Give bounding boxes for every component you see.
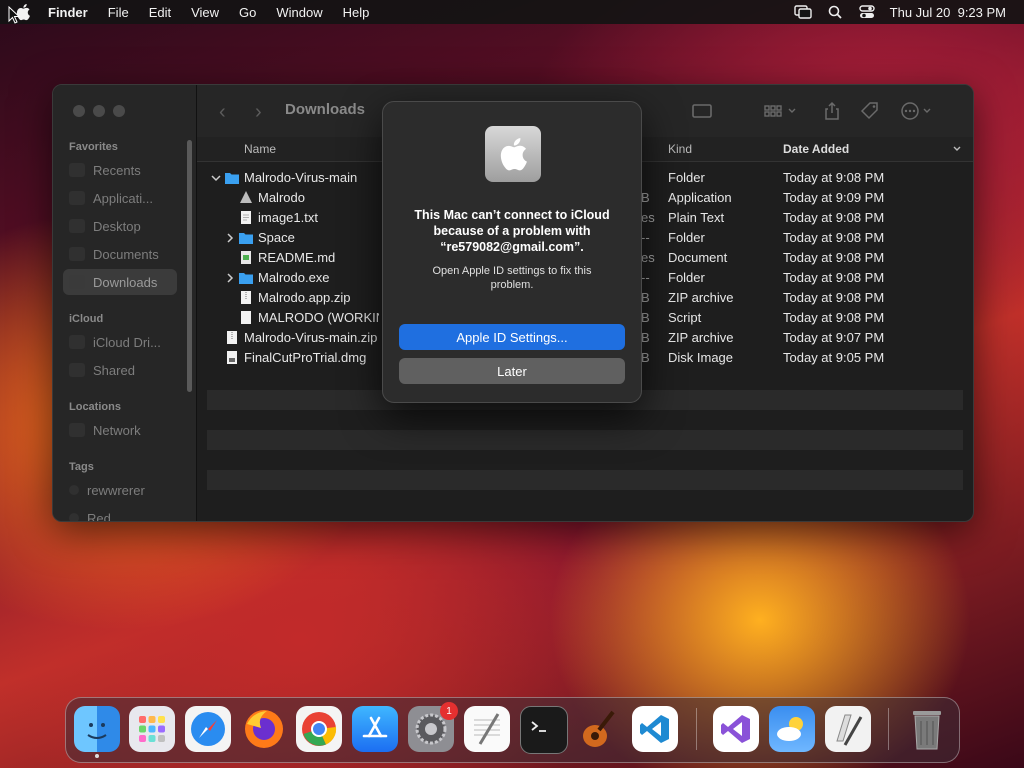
disclosure-collapsed-icon[interactable] xyxy=(225,233,235,243)
chrome-icon[interactable] xyxy=(296,706,342,752)
disclosure-expanded-icon[interactable] xyxy=(211,173,221,183)
dock-separator xyxy=(696,708,697,750)
visual-studio-icon[interactable] xyxy=(713,706,759,752)
minimize-window-button[interactable] xyxy=(93,105,105,117)
back-chevron-icon[interactable]: ‹ xyxy=(219,101,226,124)
weather-icon[interactable] xyxy=(769,706,815,752)
sidebar-item-network[interactable]: Network xyxy=(69,417,179,443)
network-icon xyxy=(69,423,85,437)
dock: 1 xyxy=(65,697,960,763)
folder-icon xyxy=(239,273,253,284)
disclosure-collapsed-icon[interactable] xyxy=(225,273,235,283)
zip-file-icon xyxy=(241,291,251,304)
menu-help[interactable]: Help xyxy=(343,5,370,20)
sidebar-item-tag-red[interactable]: Red xyxy=(69,505,179,521)
share-icon[interactable] xyxy=(821,101,843,121)
folder-icon xyxy=(239,233,253,244)
tag-dot-icon xyxy=(69,513,79,521)
terminal-icon[interactable] xyxy=(520,706,568,754)
script-file-icon xyxy=(241,311,251,324)
safari-icon[interactable] xyxy=(185,706,231,752)
applications-icon xyxy=(69,191,85,205)
clock[interactable]: Thu Jul 20 9:23 PM xyxy=(890,5,1006,20)
application-icon xyxy=(240,191,252,203)
sidebar-header-tags: Tags xyxy=(69,461,94,473)
view-options-icon[interactable] xyxy=(691,101,713,121)
sidebar-item-recents[interactable]: Recents xyxy=(69,157,179,183)
sidebar-item-desktop[interactable]: Desktop xyxy=(69,213,179,239)
dialog-message: Open Apple ID settings to fix this probl… xyxy=(432,265,592,291)
finder-sidebar: Favorites Recents Applicati... Desktop D… xyxy=(53,85,197,521)
sidebar-item-applications[interactable]: Applicati... xyxy=(69,185,179,211)
app-store-icon[interactable] xyxy=(352,706,398,752)
sidebar-item-shared[interactable]: Shared xyxy=(69,357,179,383)
folder-icon xyxy=(225,173,239,184)
icloud-alert-dialog: This Mac can’t connect to iCloud because… xyxy=(382,101,642,403)
sidebar-item-icloud-drive[interactable]: iCloud Dri... xyxy=(69,329,179,355)
screen-mirroring-icon[interactable] xyxy=(793,5,812,19)
launchpad-icon[interactable] xyxy=(129,706,175,752)
control-center-icon[interactable] xyxy=(858,5,876,19)
script-editor-icon[interactable] xyxy=(825,706,871,752)
menu-window[interactable]: Window xyxy=(276,5,322,20)
shared-folder-icon xyxy=(69,363,85,377)
textedit-icon[interactable] xyxy=(464,706,510,752)
more-actions-icon[interactable] xyxy=(899,101,937,121)
sidebar-item-tag-rewwrerer[interactable]: rewwrerer xyxy=(69,477,179,503)
empty-list-rows xyxy=(207,390,963,510)
markdown-file-icon xyxy=(241,251,251,264)
vscode-icon[interactable] xyxy=(632,706,678,752)
column-header-name[interactable]: Name xyxy=(244,142,276,156)
later-button[interactable]: Later xyxy=(399,358,625,384)
window-title: Downloads xyxy=(285,101,366,118)
tag-icon[interactable] xyxy=(859,101,881,121)
sidebar-header-icloud: iCloud xyxy=(69,313,104,325)
notification-badge: 1 xyxy=(440,702,458,720)
document-icon xyxy=(69,247,85,261)
clock-icon xyxy=(69,163,85,177)
dialog-title: This Mac can’t connect to iCloud because… xyxy=(414,208,610,254)
menu-edit[interactable]: Edit xyxy=(149,5,171,20)
tag-dot-icon xyxy=(69,485,79,495)
downloads-icon xyxy=(69,275,85,289)
group-by-icon[interactable] xyxy=(763,101,799,121)
spotlight-search-icon[interactable] xyxy=(826,5,844,19)
close-window-button[interactable] xyxy=(73,105,85,117)
menu-file[interactable]: File xyxy=(108,5,129,20)
apple-id-settings-button[interactable]: Apple ID Settings... xyxy=(399,324,625,350)
text-file-icon xyxy=(241,211,251,224)
column-header-kind[interactable]: Kind xyxy=(668,142,692,156)
sidebar-item-documents[interactable]: Documents xyxy=(69,241,179,267)
mouse-cursor-icon xyxy=(8,6,20,24)
zoom-window-button[interactable] xyxy=(113,105,125,117)
menu-go[interactable]: Go xyxy=(239,5,256,20)
desktop-icon xyxy=(69,219,85,233)
sidebar-scrollbar[interactable] xyxy=(187,140,192,392)
system-settings-icon[interactable]: 1 xyxy=(408,702,458,752)
running-indicator xyxy=(95,754,99,758)
sidebar-header-favorites: Favorites xyxy=(69,141,118,153)
menu-bar: Finder File Edit View Go Window Help Thu… xyxy=(0,0,1024,24)
zip-file-icon xyxy=(227,331,237,344)
disk-image-icon xyxy=(227,351,237,364)
forward-chevron-icon[interactable]: › xyxy=(255,101,262,124)
cloud-icon xyxy=(69,335,85,349)
finder-icon[interactable] xyxy=(74,706,120,758)
window-controls xyxy=(73,105,125,117)
menu-view[interactable]: View xyxy=(191,5,219,20)
trash-icon[interactable] xyxy=(904,706,950,752)
firefox-icon[interactable] xyxy=(241,706,287,752)
sidebar-header-locations: Locations xyxy=(69,401,121,413)
column-header-date-added[interactable]: Date Added xyxy=(783,142,849,156)
sidebar-item-downloads[interactable]: Downloads xyxy=(63,269,177,295)
chevron-down-icon[interactable] xyxy=(953,145,961,153)
menu-finder[interactable]: Finder xyxy=(48,5,88,20)
dock-separator xyxy=(888,708,889,750)
garageband-icon[interactable] xyxy=(576,706,622,752)
apple-logo-icon xyxy=(485,126,541,182)
